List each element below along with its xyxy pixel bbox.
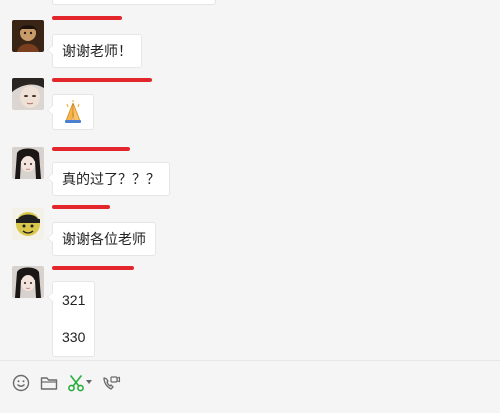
avatar[interactable] <box>12 266 44 298</box>
sender-name-redacted <box>52 205 110 209</box>
folder-icon[interactable] <box>39 373 59 393</box>
emoji-icon[interactable] <box>11 373 31 393</box>
sender-name-redacted <box>52 78 152 82</box>
avatar[interactable] <box>12 20 44 52</box>
message-line: 330 <box>62 329 86 345</box>
message-bubble[interactable] <box>47 94 94 130</box>
avatar[interactable] <box>12 147 44 179</box>
message-bubble[interactable]: 谢谢各位老师 <box>47 222 156 256</box>
previous-message-bubble-edge <box>52 0 216 5</box>
sender-name-redacted <box>52 266 134 270</box>
folded-hands-emoji <box>60 99 86 125</box>
message-bubble[interactable]: 谢谢老师！ <box>47 34 142 68</box>
sender-name-redacted <box>52 16 122 20</box>
chat-message-area[interactable]: 谢谢老师！ 真的过了？？？ 谢谢各位老师 321 330 <box>0 0 500 360</box>
video-call-icon[interactable] <box>101 373 121 393</box>
message-bubble[interactable]: 321 330 <box>46 281 96 357</box>
message-line: 321 <box>62 292 86 308</box>
message-bubble[interactable]: 真的过了？？？ <box>47 162 170 196</box>
avatar[interactable] <box>12 78 44 110</box>
message-text: 谢谢各位老师 <box>62 231 146 247</box>
message-text: 真的过了？？？ <box>62 171 160 187</box>
input-toolbar <box>0 360 500 413</box>
avatar[interactable] <box>12 208 44 240</box>
sender-name-redacted <box>52 147 130 151</box>
message-text: 谢谢老师！ <box>62 43 132 59</box>
chevron-down-icon[interactable] <box>86 380 92 384</box>
scissors-icon[interactable] <box>66 373 86 393</box>
